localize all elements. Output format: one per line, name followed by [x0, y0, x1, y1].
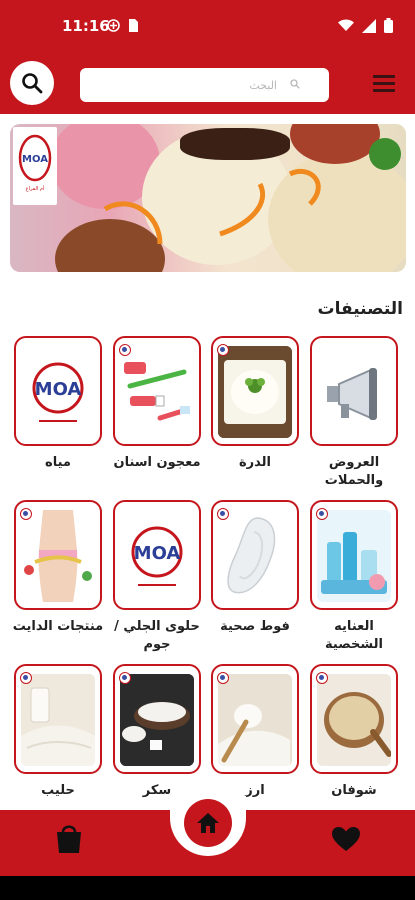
oats-icon	[317, 674, 391, 766]
search-field-icon	[290, 79, 300, 89]
banner-logo: MOA أم الفراغ	[13, 127, 57, 205]
category-tile[interactable]	[211, 336, 299, 446]
categories-title: التصنيفات	[317, 299, 403, 319]
svg-text:MOA: MOA	[35, 379, 82, 400]
status-right-icons	[338, 18, 393, 33]
cell-signal-icon	[362, 18, 376, 33]
cart-button[interactable]	[54, 822, 84, 858]
wifi-icon	[338, 19, 354, 31]
app-bar	[0, 52, 415, 114]
home-icon	[197, 813, 219, 833]
sugar-icon	[120, 674, 194, 766]
banner-orange-peel	[103, 138, 401, 245]
svg-text:MOA: MOA	[134, 543, 181, 564]
brand-badge-icon	[119, 672, 131, 684]
category-rice[interactable]: ارز	[209, 664, 301, 800]
app-screen: { "status_bar": { "time": "11:16" }, "se…	[0, 0, 415, 900]
category-tile[interactable]	[211, 500, 299, 610]
sanitary-pad-icon	[218, 510, 292, 602]
category-toothpaste[interactable]: معجون اسنان	[111, 336, 203, 472]
brand-badge-icon	[316, 672, 328, 684]
category-label: العروض والحملات	[324, 455, 384, 488]
category-sugar[interactable]: سكر	[111, 664, 203, 800]
category-dura[interactable]: الدرة	[209, 336, 301, 472]
category-label: معجون اسنان	[113, 455, 201, 470]
category-oats[interactable]: شوفان	[308, 664, 400, 800]
banner-logo-text: MOA	[22, 154, 48, 165]
category-tile[interactable]	[113, 336, 201, 446]
category-tile[interactable]	[310, 500, 398, 610]
food-dish-icon	[218, 346, 292, 438]
rice-icon	[218, 674, 292, 766]
category-tile[interactable]	[211, 664, 299, 774]
category-label: حليب	[41, 783, 75, 798]
moa-logo-icon: MOA	[18, 134, 52, 182]
category-tile[interactable]	[14, 664, 102, 774]
status-bar: 11:16	[0, 0, 415, 52]
category-label: شوفان	[331, 783, 377, 798]
menu-button[interactable]	[373, 75, 395, 93]
system-navigation-bar	[0, 876, 415, 900]
status-time: 11:16	[62, 17, 110, 35]
status-left-icons	[107, 19, 139, 32]
milk-icon	[21, 674, 95, 766]
category-label: حلوى الجلي / جوم	[114, 619, 200, 652]
category-water[interactable]: MOA مياه	[12, 336, 104, 472]
menu-icon-bar	[373, 75, 395, 78]
category-diet[interactable]: منتجات الدايت	[12, 500, 104, 636]
brand-badge-icon	[20, 672, 32, 684]
category-label: منتجات الدايت	[12, 619, 104, 634]
battery-icon	[384, 18, 393, 33]
category-label: فوط صحية	[220, 619, 290, 634]
moa-logo-icon: MOA	[120, 510, 194, 602]
category-tile[interactable]: MOA	[14, 336, 102, 446]
category-pads[interactable]: فوط صحية	[209, 500, 301, 636]
category-milk[interactable]: حليب	[12, 664, 104, 800]
favorites-button[interactable]	[331, 826, 361, 856]
brand-badge-icon	[217, 672, 229, 684]
category-tile[interactable]: MOA	[113, 500, 201, 610]
category-tile[interactable]	[14, 500, 102, 610]
megaphone-icon	[317, 346, 391, 438]
category-personal-care[interactable]: العنايه الشخصية	[308, 500, 400, 654]
personal-care-icon	[317, 510, 391, 602]
cart-icon	[57, 825, 81, 853]
brand-badge-icon	[119, 344, 131, 356]
sync-status-icon	[107, 19, 120, 32]
toothbrush-icon	[120, 346, 194, 438]
promo-banner[interactable]: MOA أم الفراغ	[10, 124, 406, 272]
category-label: العنايه الشخصية	[325, 619, 383, 652]
brand-badge-icon	[217, 508, 229, 520]
category-tile[interactable]	[113, 664, 201, 774]
search-field[interactable]	[80, 68, 329, 102]
diet-icon	[21, 510, 95, 602]
search-button[interactable]	[10, 61, 54, 105]
menu-icon-bar	[373, 82, 395, 85]
category-label: مياه	[45, 455, 71, 470]
heart-icon	[332, 827, 360, 851]
category-tile[interactable]	[310, 336, 398, 446]
category-offers[interactable]: العروض والحملات	[308, 336, 400, 490]
category-tile[interactable]	[310, 664, 398, 774]
menu-icon-bar	[373, 89, 395, 92]
category-label: الدرة	[238, 455, 271, 470]
search-icon	[22, 73, 43, 94]
brand-badge-icon	[217, 344, 229, 356]
brand-badge-icon	[20, 508, 32, 520]
home-button[interactable]	[184, 799, 232, 847]
sim-card-icon	[129, 19, 138, 32]
banner-logo-tagline: أم الفراغ	[25, 186, 45, 192]
category-jelly[interactable]: MOA حلوى الجلي / جوم	[111, 500, 203, 654]
brand-badge-icon	[316, 508, 328, 520]
moa-logo-icon: MOA	[21, 346, 95, 438]
